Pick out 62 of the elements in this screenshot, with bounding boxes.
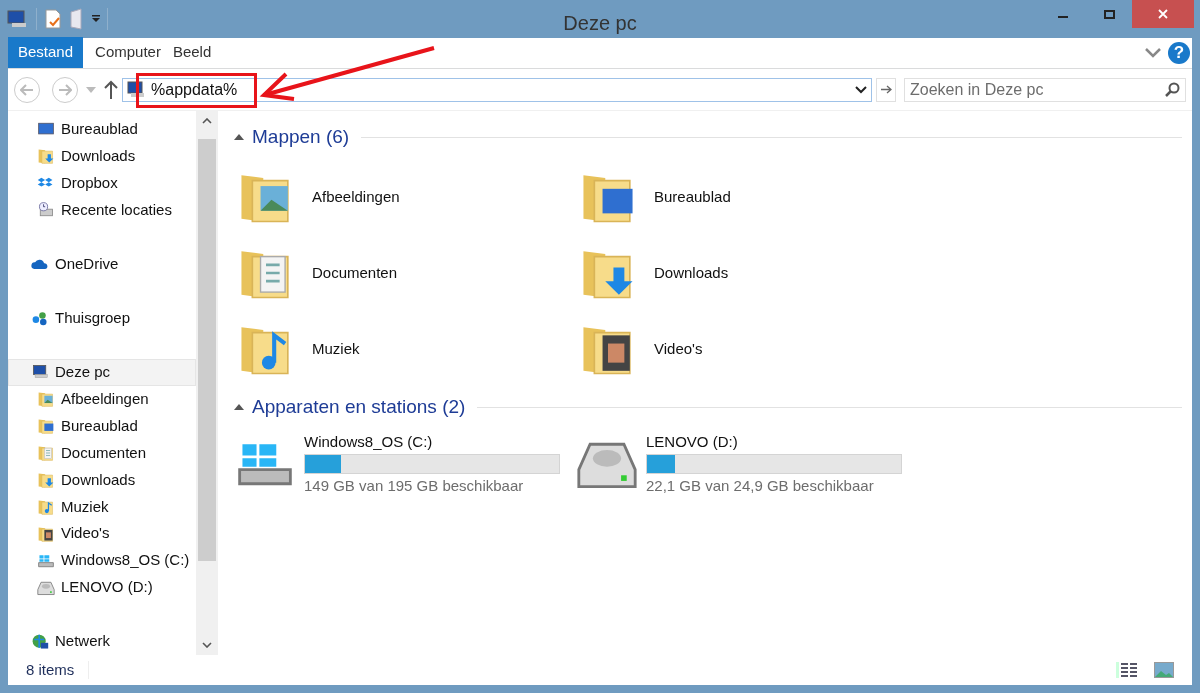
expand-ribbon-icon[interactable] <box>1144 47 1162 59</box>
nav-item[interactable]: Bureaublad <box>8 412 196 440</box>
right-arrow-icon <box>880 85 892 94</box>
free-space-text: 22,1 GB van 24,9 GB beschikbaar <box>646 477 875 495</box>
help-button[interactable]: ? <box>1168 42 1190 64</box>
drive-item[interactable]: LENOVO (D:) 22,1 GB van 24,9 GB beschikbaar <box>576 429 918 499</box>
nav-item[interactable]: Muziek <box>8 493 196 521</box>
nav-item[interactable]: Thuisgroep <box>8 304 196 332</box>
nav-item[interactable]: Downloads <box>8 466 196 494</box>
nav-item[interactable]: Documenten <box>8 439 196 467</box>
scroll-up-icon[interactable] <box>202 118 212 124</box>
go-button[interactable] <box>876 77 896 102</box>
drive-name: LENOVO (D:) <box>646 433 739 451</box>
homegroup-icon <box>31 309 49 328</box>
folder-item[interactable]: Documenten <box>234 235 576 311</box>
nav-item[interactable]: Deze pc <box>8 358 196 386</box>
details-view-icon[interactable] <box>1116 661 1138 679</box>
free-space-text: 149 GB van 195 GB beschikbaar <box>304 477 525 495</box>
nav-item[interactable]: Dropbox <box>8 169 196 197</box>
section-heading: Apparaten en stations (2) <box>252 394 466 419</box>
ribbon-tab[interactable]: Computer <box>89 37 167 68</box>
ribbon-tab[interactable]: Beeld <box>166 37 218 68</box>
nav-item[interactable]: Bureaublad <box>8 116 196 143</box>
collapse-toggle[interactable] <box>234 134 244 140</box>
address-text: %appdata% <box>151 79 238 100</box>
folder-item[interactable]: Video's <box>576 311 918 387</box>
up-arrow-icon[interactable] <box>104 79 118 100</box>
close-icon <box>1158 9 1168 19</box>
folder-item[interactable]: Downloads <box>576 235 918 311</box>
nav-item[interactable]: Windows8_OS (C:) <box>8 547 196 575</box>
nav-item[interactable]: Video's <box>8 520 196 548</box>
drive-name: Windows8_OS (C:) <box>304 433 434 451</box>
nav-item[interactable]: OneDrive <box>8 250 196 278</box>
collapse-toggle[interactable] <box>234 404 244 410</box>
section-heading: Mappen (6) <box>252 124 350 149</box>
drive-item[interactable]: Windows8_OS (C:) 149 GB van 195 GB beschikbaar <box>234 429 576 499</box>
nav-item[interactable]: Downloads <box>8 142 196 170</box>
nav-item[interactable]: LENOVO (D:) <box>8 574 196 602</box>
folder-item[interactable]: Afbeeldingen <box>234 159 576 235</box>
right-arrow-icon <box>58 83 72 96</box>
left-arrow-icon <box>20 83 34 96</box>
window-title: Deze pc <box>562 11 638 36</box>
nav-item[interactable]: Afbeeldingen <box>8 385 196 413</box>
item-count: 8 items <box>26 659 75 680</box>
globe-icon <box>31 632 49 651</box>
folder-picture-icon <box>37 390 55 409</box>
search-field[interactable]: Zoeken in Deze pc <box>904 77 1186 102</box>
scroll-down-icon[interactable] <box>202 642 212 648</box>
properties-icon[interactable] <box>43 8 63 30</box>
folder-item[interactable]: Bureaublad <box>576 159 918 235</box>
close-button[interactable] <box>1132 0 1194 28</box>
chevron-down-icon[interactable] <box>855 85 867 94</box>
nav-item[interactable]: Recente locaties <box>8 196 196 224</box>
scrollbar[interactable] <box>196 111 218 655</box>
computer-icon <box>126 81 146 98</box>
folder-download-icon <box>37 147 55 166</box>
nav-item[interactable]: Netwerk <box>8 628 196 655</box>
ribbon-tab[interactable]: Bestand <box>8 37 84 68</box>
search-icon[interactable] <box>1165 81 1180 97</box>
address-field[interactable]: %appdata% <box>122 77 872 102</box>
dropdown-icon[interactable] <box>91 15 101 23</box>
folder-item[interactable]: Muziek <box>234 311 576 387</box>
